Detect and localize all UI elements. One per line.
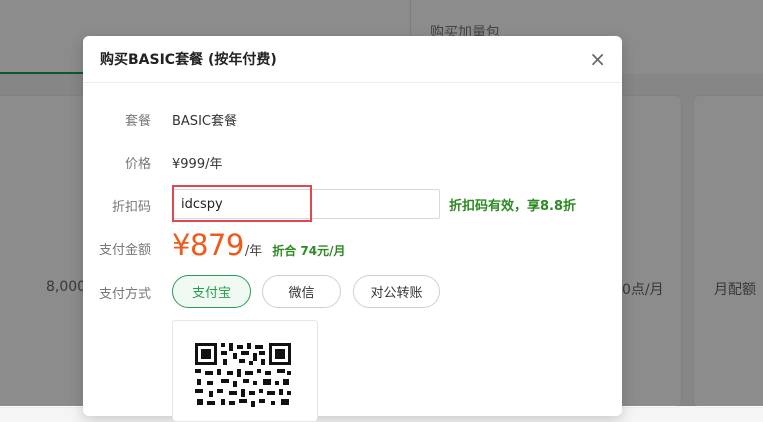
- discount-code-input[interactable]: [172, 189, 440, 219]
- dialog-header: 购买BASIC套餐 (按年付费) ×: [83, 36, 622, 83]
- plan-value: BASIC套餐: [172, 114, 237, 129]
- pay-amount-value: ¥879: [172, 228, 244, 262]
- pay-wechat-button[interactable]: 微信: [262, 275, 341, 308]
- close-icon[interactable]: ×: [589, 49, 606, 69]
- discount-label: 折扣码: [111, 200, 151, 215]
- price-row: 价格 ¥999/年: [83, 153, 222, 172]
- pay-amount-row: 支付金额: [83, 239, 151, 258]
- pay-alipay-button[interactable]: 支付宝: [172, 275, 251, 308]
- price-label: 价格: [124, 157, 151, 172]
- pay-amount-unit: /年: [244, 244, 263, 259]
- pay-amount-monthly: 折合 74元/月: [272, 244, 346, 258]
- price-value: ¥999/年: [172, 157, 223, 172]
- plan-label: 套餐: [124, 114, 151, 129]
- purchase-dialog: 购买BASIC套餐 (按年付费) × 套餐 BASIC套餐 价格 ¥999/年 …: [83, 36, 622, 422]
- discount-status: 折扣码有效，享8.8折: [449, 199, 577, 214]
- discount-row: 折扣码: [83, 196, 151, 215]
- pay-amount: ¥879 /年 折合 74元/月: [172, 228, 345, 262]
- qr-code-card: [172, 320, 318, 422]
- pay-method-label: 支付方式: [98, 287, 151, 302]
- dialog-title: 购买BASIC套餐 (按年付费): [100, 52, 277, 68]
- pay-amount-label: 支付金额: [98, 243, 151, 258]
- plan-row: 套餐 BASIC套餐: [83, 110, 237, 129]
- qr-code: [193, 341, 293, 411]
- pay-method-row: 支付方式: [83, 283, 151, 302]
- pay-transfer-button[interactable]: 对公转账: [353, 275, 440, 308]
